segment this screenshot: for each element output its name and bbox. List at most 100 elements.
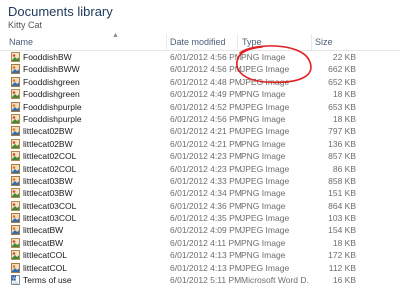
- file-date-modified: 6/01/2012 4:13 PM: [170, 262, 242, 273]
- column-separator[interactable]: [311, 34, 312, 50]
- file-name: Fooddishpurple: [23, 101, 82, 112]
- file-row[interactable]: littlecat02BW 6/01/2012 4:21 PM PNG Image 1…: [0, 138, 400, 150]
- file-size: 154 KB: [328, 225, 356, 236]
- jpeg-file-icon: [11, 126, 20, 137]
- file-type: JPEG Image: [241, 163, 290, 174]
- file-date-modified: 6/01/2012 4:11 PM: [170, 237, 242, 248]
- file-type: JPEG Image: [241, 76, 290, 87]
- png-file-icon: [11, 250, 20, 261]
- column-separator[interactable]: [237, 34, 238, 50]
- library-title: Documents library: [8, 4, 113, 19]
- file-row[interactable]: littlecat02COL 6/01/2012 4:23 PM PNG Image…: [0, 150, 400, 162]
- jpeg-file-icon: [11, 175, 20, 186]
- file-date-modified: 6/01/2012 4:56 PM: [170, 52, 242, 62]
- png-file-icon: [11, 52, 20, 62]
- file-size: 22 KB: [332, 52, 356, 62]
- file-name: littlecat03BW: [23, 188, 73, 199]
- file-row[interactable]: FooddishBWW 6/01/2012 4:56 PM JPEG Image 66…: [0, 63, 400, 75]
- jpeg-file-icon: [11, 213, 20, 224]
- jpeg-file-icon: [11, 76, 20, 87]
- jpeg-file-icon: [11, 225, 20, 236]
- png-file-icon: [11, 138, 20, 149]
- file-size: 864 KB: [328, 200, 356, 211]
- jpeg-file-icon: [11, 163, 20, 174]
- file-size: 151 KB: [328, 188, 356, 199]
- file-name: littlecatCOL: [23, 262, 67, 273]
- file-row[interactable]: FooddishBW 6/01/2012 4:56 PM PNG Image 22 K…: [0, 51, 400, 63]
- column-header-name[interactable]: Name: [9, 37, 33, 49]
- file-row[interactable]: Fooddishgreen 6/01/2012 4:48 PM JPEG Image…: [0, 76, 400, 88]
- file-name: littlecat02BW: [23, 126, 73, 137]
- column-header-type[interactable]: Type: [242, 37, 262, 49]
- file-size: 18 KB: [332, 237, 356, 248]
- file-name: FooddishBW: [23, 52, 72, 62]
- word-document-icon: W: [11, 275, 20, 286]
- file-name: FooddishBWW: [23, 64, 80, 75]
- file-size: 18 KB: [332, 89, 356, 100]
- file-type: JPEG Image: [241, 262, 290, 273]
- file-date-modified: 6/01/2012 4:35 PM: [170, 213, 242, 224]
- file-date-modified: 6/01/2012 4:23 PM: [170, 151, 242, 162]
- column-header-size[interactable]: Size: [315, 37, 333, 49]
- file-type: PNG Image: [241, 151, 286, 162]
- file-type: PNG Image: [241, 138, 286, 149]
- library-header: Documents library Kitty Cat: [0, 0, 400, 34]
- file-row[interactable]: littlecatCOL 6/01/2012 4:13 PM JPEG Image 1…: [0, 262, 400, 274]
- jpeg-file-icon: [11, 64, 20, 75]
- file-row[interactable]: littlecat03COL 6/01/2012 4:36 PM PNG Image…: [0, 200, 400, 212]
- file-row[interactable]: littlecat02BW 6/01/2012 4:21 PM JPEG Image…: [0, 125, 400, 137]
- column-separator[interactable]: [166, 34, 167, 50]
- file-type: PNG Image: [241, 237, 286, 248]
- png-file-icon: [11, 188, 20, 199]
- file-row[interactable]: Fooddishpurple 6/01/2012 4:52 PM JPEG Imag…: [0, 101, 400, 113]
- file-row[interactable]: littlecat03BW 6/01/2012 4:33 PM JPEG Image…: [0, 175, 400, 187]
- file-date-modified: 6/01/2012 4:13 PM: [170, 250, 242, 261]
- file-row[interactable]: littlecatBW 6/01/2012 4:09 PM JPEG Image 15…: [0, 224, 400, 236]
- file-name: littlecat02BW: [23, 138, 73, 149]
- column-header-date[interactable]: Date modified: [170, 37, 226, 49]
- file-date-modified: 6/01/2012 4:48 PM: [170, 76, 242, 87]
- file-row[interactable]: W Terms of use 6/01/2012 5:11 PM Microsoft …: [0, 274, 400, 286]
- svg-text:W: W: [12, 276, 17, 281]
- file-date-modified: 6/01/2012 4:56 PM: [170, 64, 242, 75]
- png-file-icon: [11, 237, 20, 248]
- file-type: PNG Image: [241, 250, 286, 261]
- file-row[interactable]: littlecat03COL 6/01/2012 4:35 PM JPEG Imag…: [0, 212, 400, 224]
- file-row[interactable]: littlecatCOL 6/01/2012 4:13 PM PNG Image 17…: [0, 249, 400, 261]
- file-size: 18 KB: [332, 113, 356, 124]
- file-type: PNG Image: [241, 113, 286, 124]
- file-name: littlecat03COL: [23, 200, 77, 211]
- file-type: PNG Image: [241, 89, 286, 100]
- file-size: 16 KB: [332, 275, 356, 286]
- column-header-row: Name ▲ Date modified Type Size: [0, 32, 400, 51]
- file-type: JPEG Image: [241, 225, 290, 236]
- file-name: littlecat03BW: [23, 175, 73, 186]
- file-type: PNG Image: [241, 188, 286, 199]
- jpeg-file-icon: [11, 101, 20, 112]
- file-name: Fooddishgreen: [23, 89, 80, 100]
- library-subtitle: Kitty Cat: [8, 20, 43, 30]
- file-date-modified: 6/01/2012 4:52 PM: [170, 101, 242, 112]
- file-row[interactable]: littlecat02COL 6/01/2012 4:23 PM JPEG Imag…: [0, 163, 400, 175]
- file-name: littlecatCOL: [23, 250, 67, 261]
- file-type: JPEG Image: [241, 101, 290, 112]
- file-date-modified: 6/01/2012 4:56 PM: [170, 113, 242, 124]
- file-size: 172 KB: [328, 250, 356, 261]
- file-row[interactable]: Fooddishgreen 6/01/2012 4:49 PM PNG Image 1…: [0, 88, 400, 100]
- file-type: JPEG Image: [241, 64, 290, 75]
- file-size: 86 KB: [332, 163, 356, 174]
- file-name: littlecatBW: [23, 225, 64, 236]
- file-list: FooddishBW 6/01/2012 4:56 PM PNG Image 22 K…: [0, 51, 400, 286]
- file-name: Fooddishpurple: [23, 113, 82, 124]
- file-row[interactable]: littlecatBW 6/01/2012 4:11 PM PNG Image 18 …: [0, 237, 400, 249]
- file-size: 858 KB: [328, 175, 356, 186]
- file-size: 797 KB: [328, 126, 356, 137]
- file-date-modified: 6/01/2012 4:34 PM: [170, 188, 242, 199]
- file-name: littlecat02COL: [23, 163, 77, 174]
- file-date-modified: 6/01/2012 4:49 PM: [170, 89, 242, 100]
- file-row[interactable]: Fooddishpurple 6/01/2012 4:56 PM PNG Image…: [0, 113, 400, 125]
- file-date-modified: 6/01/2012 5:11 PM: [170, 275, 242, 286]
- png-file-icon: [11, 89, 20, 100]
- file-type: PNG Image: [241, 52, 286, 62]
- file-row[interactable]: littlecat03BW 6/01/2012 4:34 PM PNG Image 1…: [0, 187, 400, 199]
